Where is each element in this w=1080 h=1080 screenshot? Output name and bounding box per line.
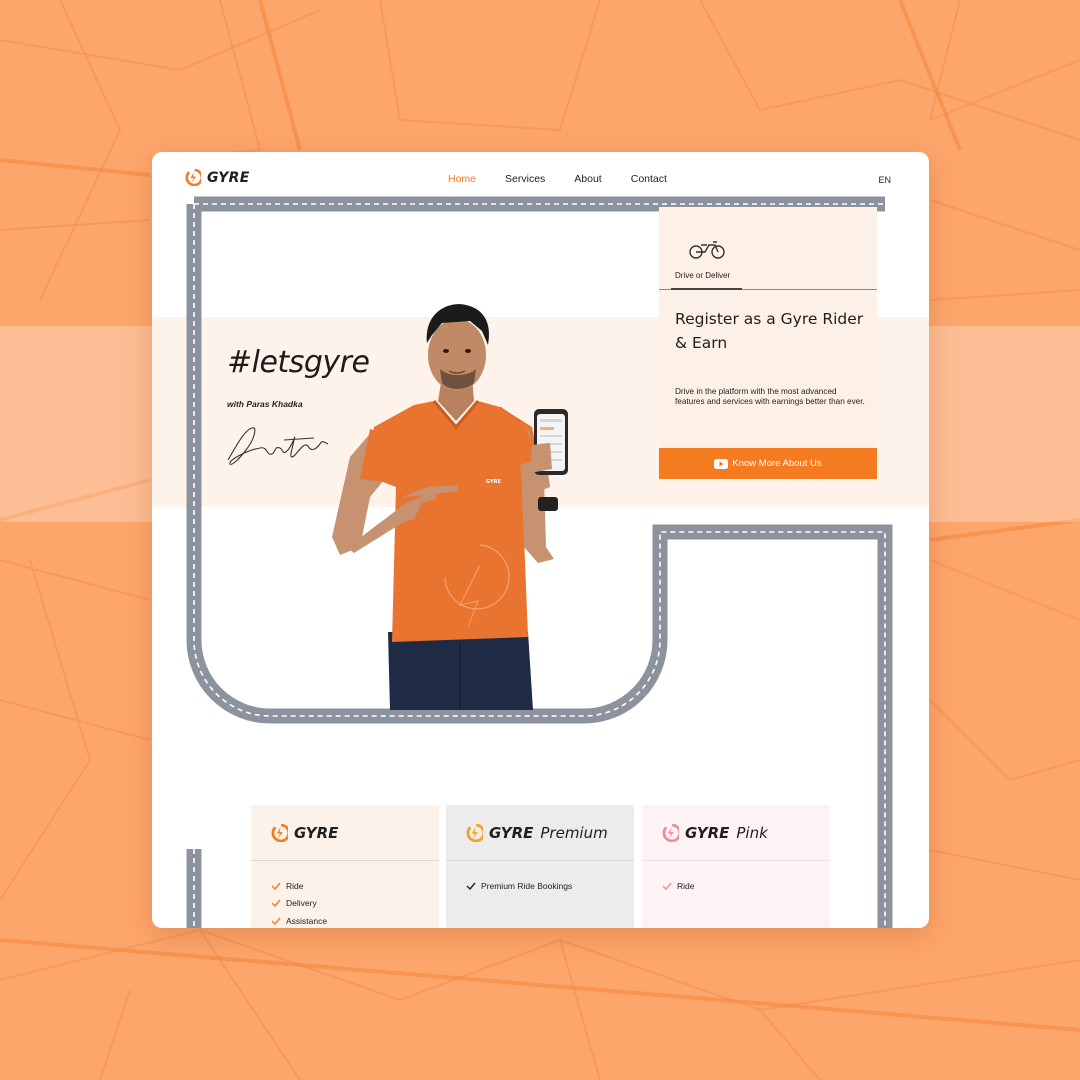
gyre-logo-icon <box>271 823 288 842</box>
plan-brand: GYRE <box>294 823 339 842</box>
check-icon <box>466 882 476 890</box>
register-description: Drive in the platform with the most adva… <box>675 387 865 406</box>
logo-text: GYRE <box>207 169 250 186</box>
plan-feature-label: Delivery <box>286 898 317 909</box>
plan-feature-list: Ride Delivery Assistance <box>251 861 439 928</box>
nav-about[interactable]: About <box>574 173 601 185</box>
svg-text:GYRE: GYRE <box>486 479 501 485</box>
plan-feature-list: Premium Ride Bookings <box>446 861 634 895</box>
plan-card-gyre-pink[interactable]: GYRE Pink Ride <box>642 805 830 928</box>
know-more-button[interactable]: Know More About Us <box>659 448 877 479</box>
plan-feature-list: Ride <box>642 861 830 895</box>
know-more-label: Know More About Us <box>732 458 822 469</box>
plan-suffix: Pink <box>736 823 768 842</box>
nav-home[interactable]: Home <box>448 173 476 185</box>
plan-feature-label: Premium Ride Bookings <box>481 880 573 891</box>
plan-feature: Ride <box>271 877 439 895</box>
language-selector[interactable]: EN <box>878 175 891 185</box>
check-icon <box>662 882 672 890</box>
plan-card-header: GYRE Premium <box>446 805 634 861</box>
plan-feature: Ride <box>662 877 830 895</box>
check-icon <box>271 899 281 908</box>
active-tab-indicator <box>671 288 742 290</box>
gyre-premium-logo-icon <box>466 823 483 842</box>
tab-drive-or-deliver[interactable]: Drive or Deliver <box>675 271 730 280</box>
plan-feature-label: Assistance <box>286 915 328 926</box>
plan-feature: Delivery <box>271 895 439 913</box>
plan-feature-label: Ride <box>677 880 695 891</box>
main-nav: Home Services About Contact <box>448 173 667 185</box>
plan-brand: GYRE <box>489 823 534 842</box>
nav-services[interactable]: Services <box>505 173 545 185</box>
plan-suffix: Premium <box>540 823 608 842</box>
hero-with-text: with Paras Khadka <box>227 399 303 409</box>
register-card: Drive or Deliver Register as a Gyre Ride… <box>659 207 877 479</box>
plan-brand: GYRE <box>685 823 730 842</box>
gyre-logo[interactable]: GYRE <box>185 169 250 186</box>
plan-card-header: GYRE <box>251 805 439 861</box>
plan-card-gyre[interactable]: GYRE Ride Delivery Assistance <box>251 805 439 928</box>
gyre-pink-logo-icon <box>662 823 679 842</box>
nav-contact[interactable]: Contact <box>631 173 667 185</box>
website-window: GYRE Home Services About Contact EN #let… <box>152 152 929 928</box>
gyre-logo-icon <box>185 169 201 186</box>
register-title: Register as a Gyre Rider & Earn <box>675 310 864 352</box>
plan-card-header: GYRE Pink <box>642 805 830 861</box>
plan-feature: Premium Ride Bookings <box>466 877 634 895</box>
check-icon <box>271 917 281 925</box>
youtube-play-icon <box>714 458 729 469</box>
ambassador-photo: GYRE <box>332 304 568 710</box>
motorbike-icon[interactable] <box>687 237 727 261</box>
plan-feature-label: Ride <box>286 880 304 891</box>
check-icon <box>271 882 281 890</box>
plan-card-gyre-premium[interactable]: GYRE Premium Premium Ride Bookings <box>446 805 634 928</box>
plan-feature: Assistance <box>271 912 439 928</box>
